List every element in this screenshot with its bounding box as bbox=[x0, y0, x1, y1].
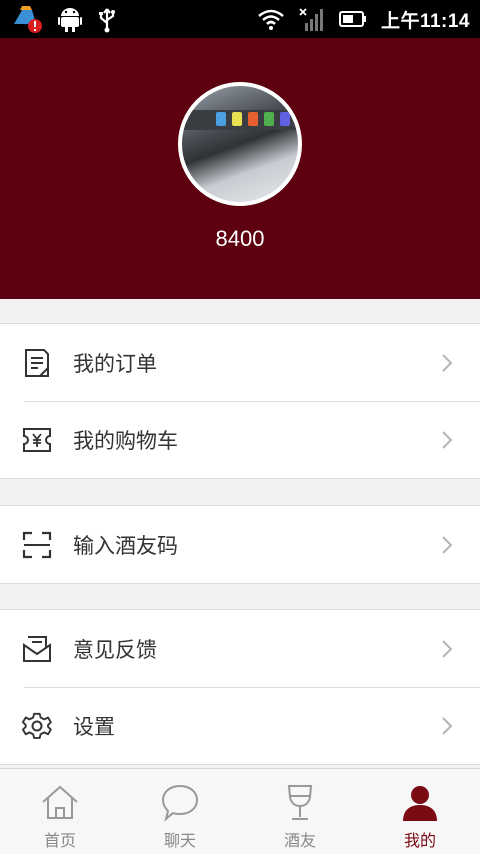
order-list-icon bbox=[22, 348, 52, 378]
chevron-right-icon bbox=[442, 639, 453, 658]
menu-item-settings[interactable]: 设置 bbox=[0, 687, 480, 764]
chevron-right-icon bbox=[442, 430, 453, 449]
menu-item-feedback[interactable]: 意见反馈 bbox=[0, 610, 480, 687]
avatar[interactable] bbox=[178, 82, 302, 206]
chat-bubble-icon bbox=[161, 784, 199, 822]
chevron-right-icon bbox=[442, 353, 453, 372]
tab-home[interactable]: 首页 bbox=[0, 769, 120, 854]
wifi-icon bbox=[258, 9, 284, 30]
menu-group-friend-code: 输入酒友码 bbox=[0, 505, 480, 584]
person-icon bbox=[403, 786, 437, 821]
tab-chat[interactable]: 聊天 bbox=[120, 769, 240, 854]
scan-frame-icon bbox=[22, 530, 52, 560]
status-bar: 上午11:14 bbox=[0, 0, 480, 38]
status-bar-right: 上午11:14 bbox=[257, 6, 470, 33]
menu-item-label: 意见反馈 bbox=[73, 637, 157, 662]
menu-group-orders: 我的订单 我的购物车 bbox=[0, 323, 480, 479]
menu-group-settings: 意见反馈 设置 bbox=[0, 609, 480, 765]
menu-item-label: 设置 bbox=[73, 714, 115, 739]
menu-item-label: 我的订单 bbox=[73, 351, 157, 376]
menu-item-my-orders[interactable]: 我的订单 bbox=[0, 324, 480, 401]
tab-wine-friends[interactable]: 酒友 bbox=[240, 769, 360, 854]
tab-label: 首页 bbox=[43, 831, 76, 850]
bottom-tab-bar: 首页 聊天 酒友 我的 bbox=[0, 768, 480, 854]
tab-label: 聊天 bbox=[163, 831, 196, 850]
chevron-right-icon bbox=[442, 716, 453, 735]
status-time: 上午11:14 bbox=[380, 10, 470, 32]
wine-glass-icon bbox=[287, 785, 313, 820]
feedback-mail-icon bbox=[22, 634, 52, 664]
profile-header: 8400 bbox=[0, 38, 480, 299]
cleaner-alert-icon bbox=[14, 6, 42, 33]
home-icon bbox=[42, 785, 78, 819]
battery-icon bbox=[338, 11, 366, 27]
username: 8400 bbox=[215, 226, 265, 251]
status-bar-left bbox=[10, 4, 118, 34]
ticket-yen-icon bbox=[22, 425, 52, 455]
android-icon bbox=[58, 8, 82, 32]
chevron-right-icon bbox=[442, 535, 453, 554]
usb-icon bbox=[99, 8, 115, 33]
signal-icon bbox=[299, 8, 323, 31]
tab-label: 酒友 bbox=[283, 831, 316, 850]
menu-item-label: 输入酒友码 bbox=[73, 533, 178, 558]
menu-item-my-cart[interactable]: 我的购物车 bbox=[0, 401, 480, 478]
tab-label: 我的 bbox=[403, 831, 436, 850]
menu-item-label: 我的购物车 bbox=[73, 428, 178, 453]
gear-icon bbox=[22, 711, 52, 741]
menu-item-enter-friend-code[interactable]: 输入酒友码 bbox=[0, 506, 480, 583]
tab-mine[interactable]: 我的 bbox=[360, 769, 480, 854]
